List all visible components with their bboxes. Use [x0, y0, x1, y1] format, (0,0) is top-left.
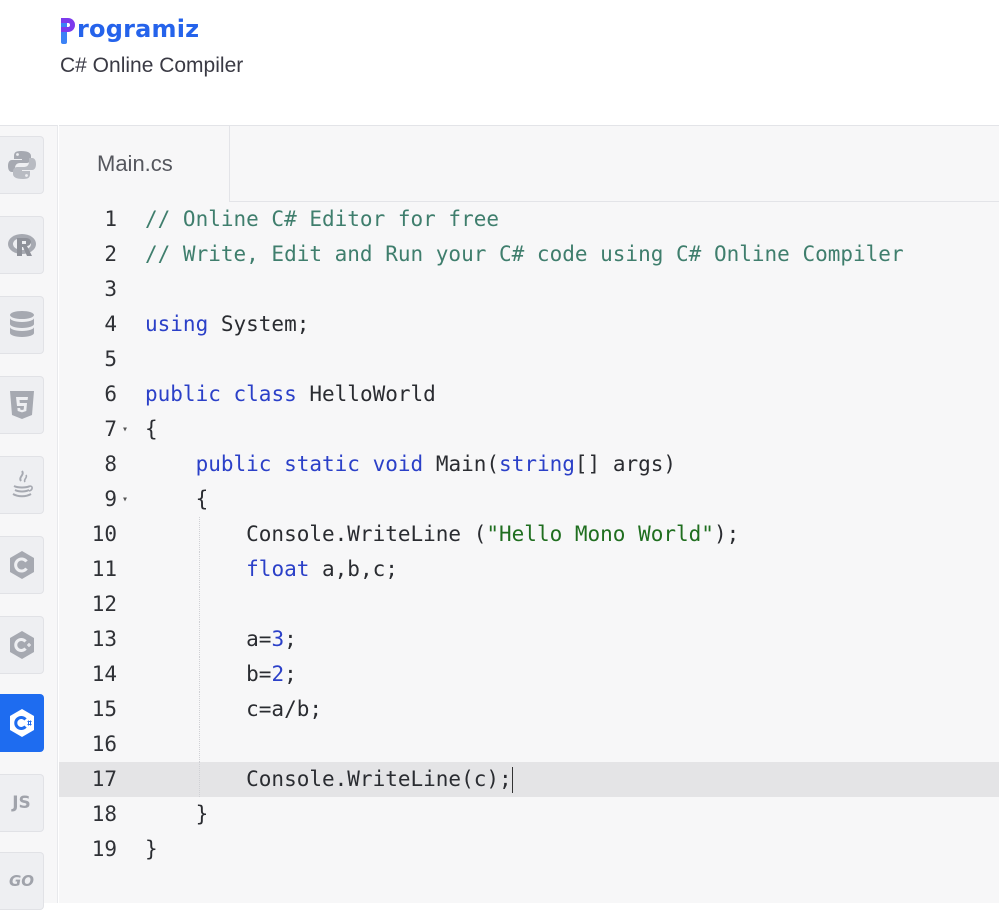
code-text: } — [145, 802, 209, 826]
js-icon: JS — [12, 793, 31, 813]
cpp-icon — [9, 631, 34, 659]
language-button-sql[interactable] — [0, 296, 44, 354]
line-number: 7 — [104, 417, 117, 441]
line-number: 3 — [104, 277, 117, 301]
code-line[interactable]: 14 b=2; — [59, 657, 999, 692]
fold-toggle-icon[interactable]: ▾ — [122, 412, 128, 447]
programiz-logo[interactable]: rogramiz — [60, 10, 199, 44]
line-number: 5 — [104, 347, 117, 371]
header: rogramiz C# Online Compiler — [0, 0, 999, 125]
code-line[interactable]: 12 — [59, 587, 999, 622]
code-line[interactable]: 3 — [59, 272, 999, 307]
tab-main-cs[interactable]: Main.cs — [59, 126, 230, 202]
code-text: // Write, Edit and Run your C# code usin… — [145, 242, 904, 266]
code-line[interactable]: 11 float a,b,c; — [59, 552, 999, 587]
code-line[interactable]: 17 Console.WriteLine(c); — [59, 762, 999, 797]
programiz-logo-mark-icon — [60, 14, 76, 44]
code-line[interactable]: 1 // Online C# Editor for free — [59, 202, 999, 237]
code-text: Console.WriteLine ("Hello Mono World"); — [145, 522, 740, 546]
code-text: a=3; — [145, 627, 297, 651]
code-line[interactable]: 15 c=a/b; — [59, 692, 999, 727]
code-text: float a,b,c; — [246, 557, 398, 581]
code-text: using System; — [145, 312, 310, 336]
line-number: 15 — [91, 697, 117, 721]
line-number: 9 — [104, 487, 117, 511]
line-number: 4 — [104, 312, 117, 336]
language-sidebar: JS GO — [0, 125, 58, 910]
code-line[interactable]: 8 public static void Main(string[] args) — [59, 447, 999, 482]
logo-text: rogramiz — [77, 15, 200, 43]
code-area[interactable]: 1 // Online C# Editor for free 2 // Write, … — [59, 202, 999, 904]
language-button-go[interactable]: GO — [0, 852, 44, 910]
code-line[interactable]: 10 Console.WriteLine ("Hello Mono World"… — [59, 517, 999, 552]
line-number: 10 — [91, 522, 117, 546]
code-text: } — [145, 837, 158, 861]
code-line[interactable]: 19} — [59, 832, 999, 867]
csharp-icon — [9, 709, 34, 737]
language-button-csharp[interactable] — [0, 694, 44, 752]
line-number: 2 — [104, 242, 117, 266]
code-line[interactable]: 13 a=3; — [59, 622, 999, 657]
language-button-r[interactable] — [0, 216, 44, 274]
code-line[interactable]: 16 — [59, 727, 999, 762]
tab-label: Main.cs — [97, 151, 173, 176]
line-number: 8 — [104, 452, 117, 476]
indent-guide — [198, 727, 200, 762]
language-button-java[interactable] — [0, 456, 44, 514]
line-number: 14 — [91, 662, 117, 686]
code-line[interactable]: 6 public class HelloWorld — [59, 377, 999, 412]
code-text: // Online C# Editor for free — [145, 207, 500, 231]
fold-toggle-icon[interactable]: ▾ — [122, 482, 128, 517]
code-line[interactable]: 18 } — [59, 797, 999, 832]
line-number: 18 — [91, 802, 117, 826]
code-text: Console.WriteLine(c); — [145, 767, 513, 793]
code-editor-panel: Main.cs 1 // Online C# Editor for free 2 //… — [59, 125, 999, 903]
code-line[interactable]: 7 ▾ { — [59, 412, 999, 447]
text-cursor — [511, 767, 513, 793]
c-icon — [9, 551, 34, 579]
code-text: public class HelloWorld — [145, 382, 436, 406]
go-icon: GO — [8, 872, 35, 890]
language-button-html[interactable] — [0, 376, 44, 434]
language-button-python[interactable] — [0, 136, 44, 194]
code-line[interactable]: 9 ▾ { — [59, 482, 999, 517]
line-number: 13 — [91, 627, 117, 651]
line-number: 12 — [91, 592, 117, 616]
code-text: { — [145, 417, 158, 441]
database-icon — [9, 311, 34, 337]
java-icon — [11, 470, 33, 498]
line-number: 19 — [91, 837, 117, 861]
code-line[interactable]: 4 using System; — [59, 307, 999, 342]
line-number: 17 — [91, 767, 117, 791]
html5-icon — [9, 391, 34, 419]
code-text: c=a/b; — [145, 697, 323, 721]
language-button-cpp[interactable] — [0, 616, 44, 674]
code-text: { — [145, 487, 209, 511]
r-icon — [7, 234, 36, 256]
page-subtitle: C# Online Compiler — [60, 54, 244, 77]
code-line[interactable]: 2 // Write, Edit and Run your C# code usi… — [59, 237, 999, 272]
language-button-js[interactable]: JS — [0, 774, 44, 832]
indent-guide — [198, 587, 200, 622]
code-text: public static void Main(string[] args) — [195, 452, 677, 476]
code-text: b=2; — [145, 662, 297, 686]
code-line[interactable]: 5 — [59, 342, 999, 377]
line-number: 16 — [91, 732, 117, 756]
line-number: 1 — [104, 207, 117, 231]
language-button-c[interactable] — [0, 536, 44, 594]
file-tab-bar: Main.cs — [59, 126, 999, 202]
line-number: 6 — [104, 382, 117, 406]
python-icon — [7, 151, 36, 179]
line-number: 11 — [91, 557, 117, 581]
